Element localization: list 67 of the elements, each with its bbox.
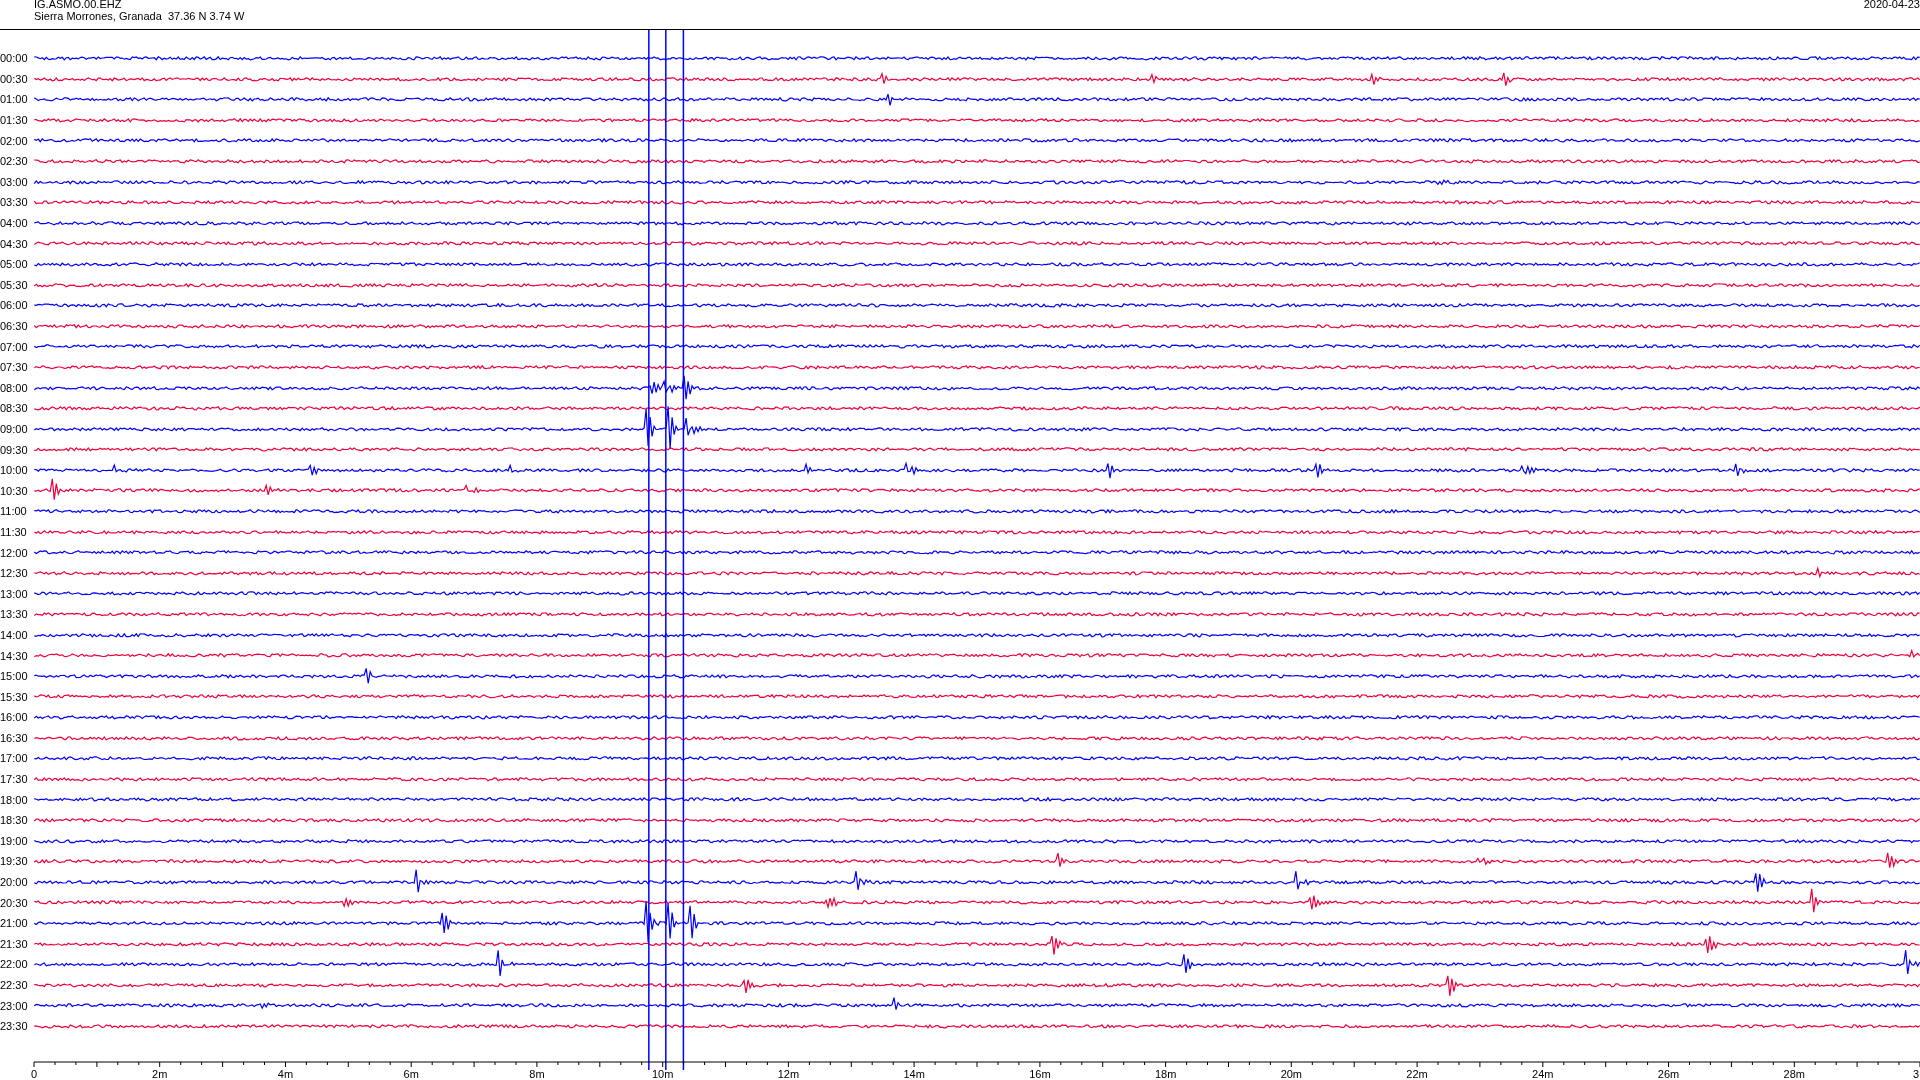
time-label: 14:00 — [0, 628, 29, 641]
axis-label: 8m — [529, 1068, 545, 1080]
axis-label: 14m — [903, 1068, 925, 1080]
station-location: Sierra Morrones, Granada 37.36 N 3.74 W — [34, 10, 245, 22]
time-label: 05:30 — [0, 278, 29, 291]
time-label: 07:00 — [0, 340, 29, 353]
time-label: 18:00 — [0, 793, 29, 806]
time-label: 18:30 — [0, 814, 29, 827]
time-label: 20:30 — [0, 896, 29, 909]
time-label: 12:00 — [0, 546, 29, 559]
time-label: 19:00 — [0, 834, 29, 847]
axis-label: 0 — [30, 1068, 38, 1080]
time-label: 04:00 — [0, 217, 29, 230]
axis-label: 20m — [1280, 1068, 1303, 1080]
axis-label: 6m — [403, 1068, 419, 1080]
time-label: 13:30 — [0, 608, 29, 621]
axis-label: 24m — [1532, 1068, 1554, 1080]
station-code: IG.ASMO.00.EHZ — [34, 0, 123, 10]
time-label: 19:30 — [0, 855, 29, 868]
time-label: 05:00 — [0, 258, 29, 271]
time-label: 12:30 — [0, 567, 29, 580]
time-label: 09:00 — [0, 423, 29, 435]
time-label: 02:30 — [0, 155, 29, 168]
time-label: 22:00 — [0, 958, 29, 971]
time-label: 01:00 — [0, 93, 29, 106]
time-label: 03:30 — [0, 196, 29, 209]
time-label: 21:30 — [0, 937, 29, 950]
time-label: 02:00 — [0, 134, 29, 147]
time-label: 08:30 — [0, 402, 29, 415]
time-label: 15:30 — [0, 690, 29, 703]
time-label: 17:00 — [0, 752, 29, 765]
axis-label: 18m — [1154, 1068, 1177, 1080]
time-label: 03:00 — [0, 175, 29, 188]
time-label: 21:00 — [0, 917, 29, 930]
time-label: 07:30 — [0, 361, 29, 374]
time-label: 09:30 — [0, 443, 29, 456]
time-label: 17:30 — [0, 773, 29, 786]
time-label: 10:00 — [0, 464, 29, 477]
time-label: 00:00 — [0, 52, 29, 65]
axis-label: 22m — [1406, 1068, 1428, 1080]
time-label: 01:30 — [0, 114, 29, 127]
time-label: 23:00 — [0, 999, 29, 1012]
time-label: 11:30 — [0, 525, 28, 538]
axis-label: 26m — [1657, 1068, 1680, 1080]
time-label: 16:00 — [0, 711, 29, 724]
time-label: 16:30 — [0, 731, 29, 744]
axis-label: 2m — [152, 1068, 168, 1080]
time-label: 22:30 — [0, 979, 29, 991]
axis-label: 12m — [777, 1068, 800, 1080]
axis-label: 4m — [277, 1068, 294, 1080]
time-label: 06:30 — [0, 320, 29, 332]
time-label: 13:00 — [0, 587, 29, 600]
time-label: 08:00 — [0, 381, 29, 394]
axis-label: 28m — [1783, 1068, 1805, 1080]
time-label: 14:30 — [0, 649, 29, 662]
time-label: 04:30 — [0, 237, 29, 250]
axis-label: 10m — [651, 1068, 674, 1080]
time-label: 15:00 — [0, 670, 29, 683]
time-label: 06:00 — [0, 299, 29, 312]
axis-label: 3 — [1912, 1068, 1919, 1080]
axis-label: 16m — [1029, 1068, 1051, 1080]
time-label: 00:30 — [0, 72, 29, 85]
time-label: 11:00 — [0, 505, 28, 518]
time-label: 20:00 — [0, 876, 29, 889]
date-label: 2020-04-23 — [1863, 0, 1920, 12]
time-label: 10:30 — [0, 484, 29, 497]
time-label: 23:30 — [0, 1020, 29, 1033]
